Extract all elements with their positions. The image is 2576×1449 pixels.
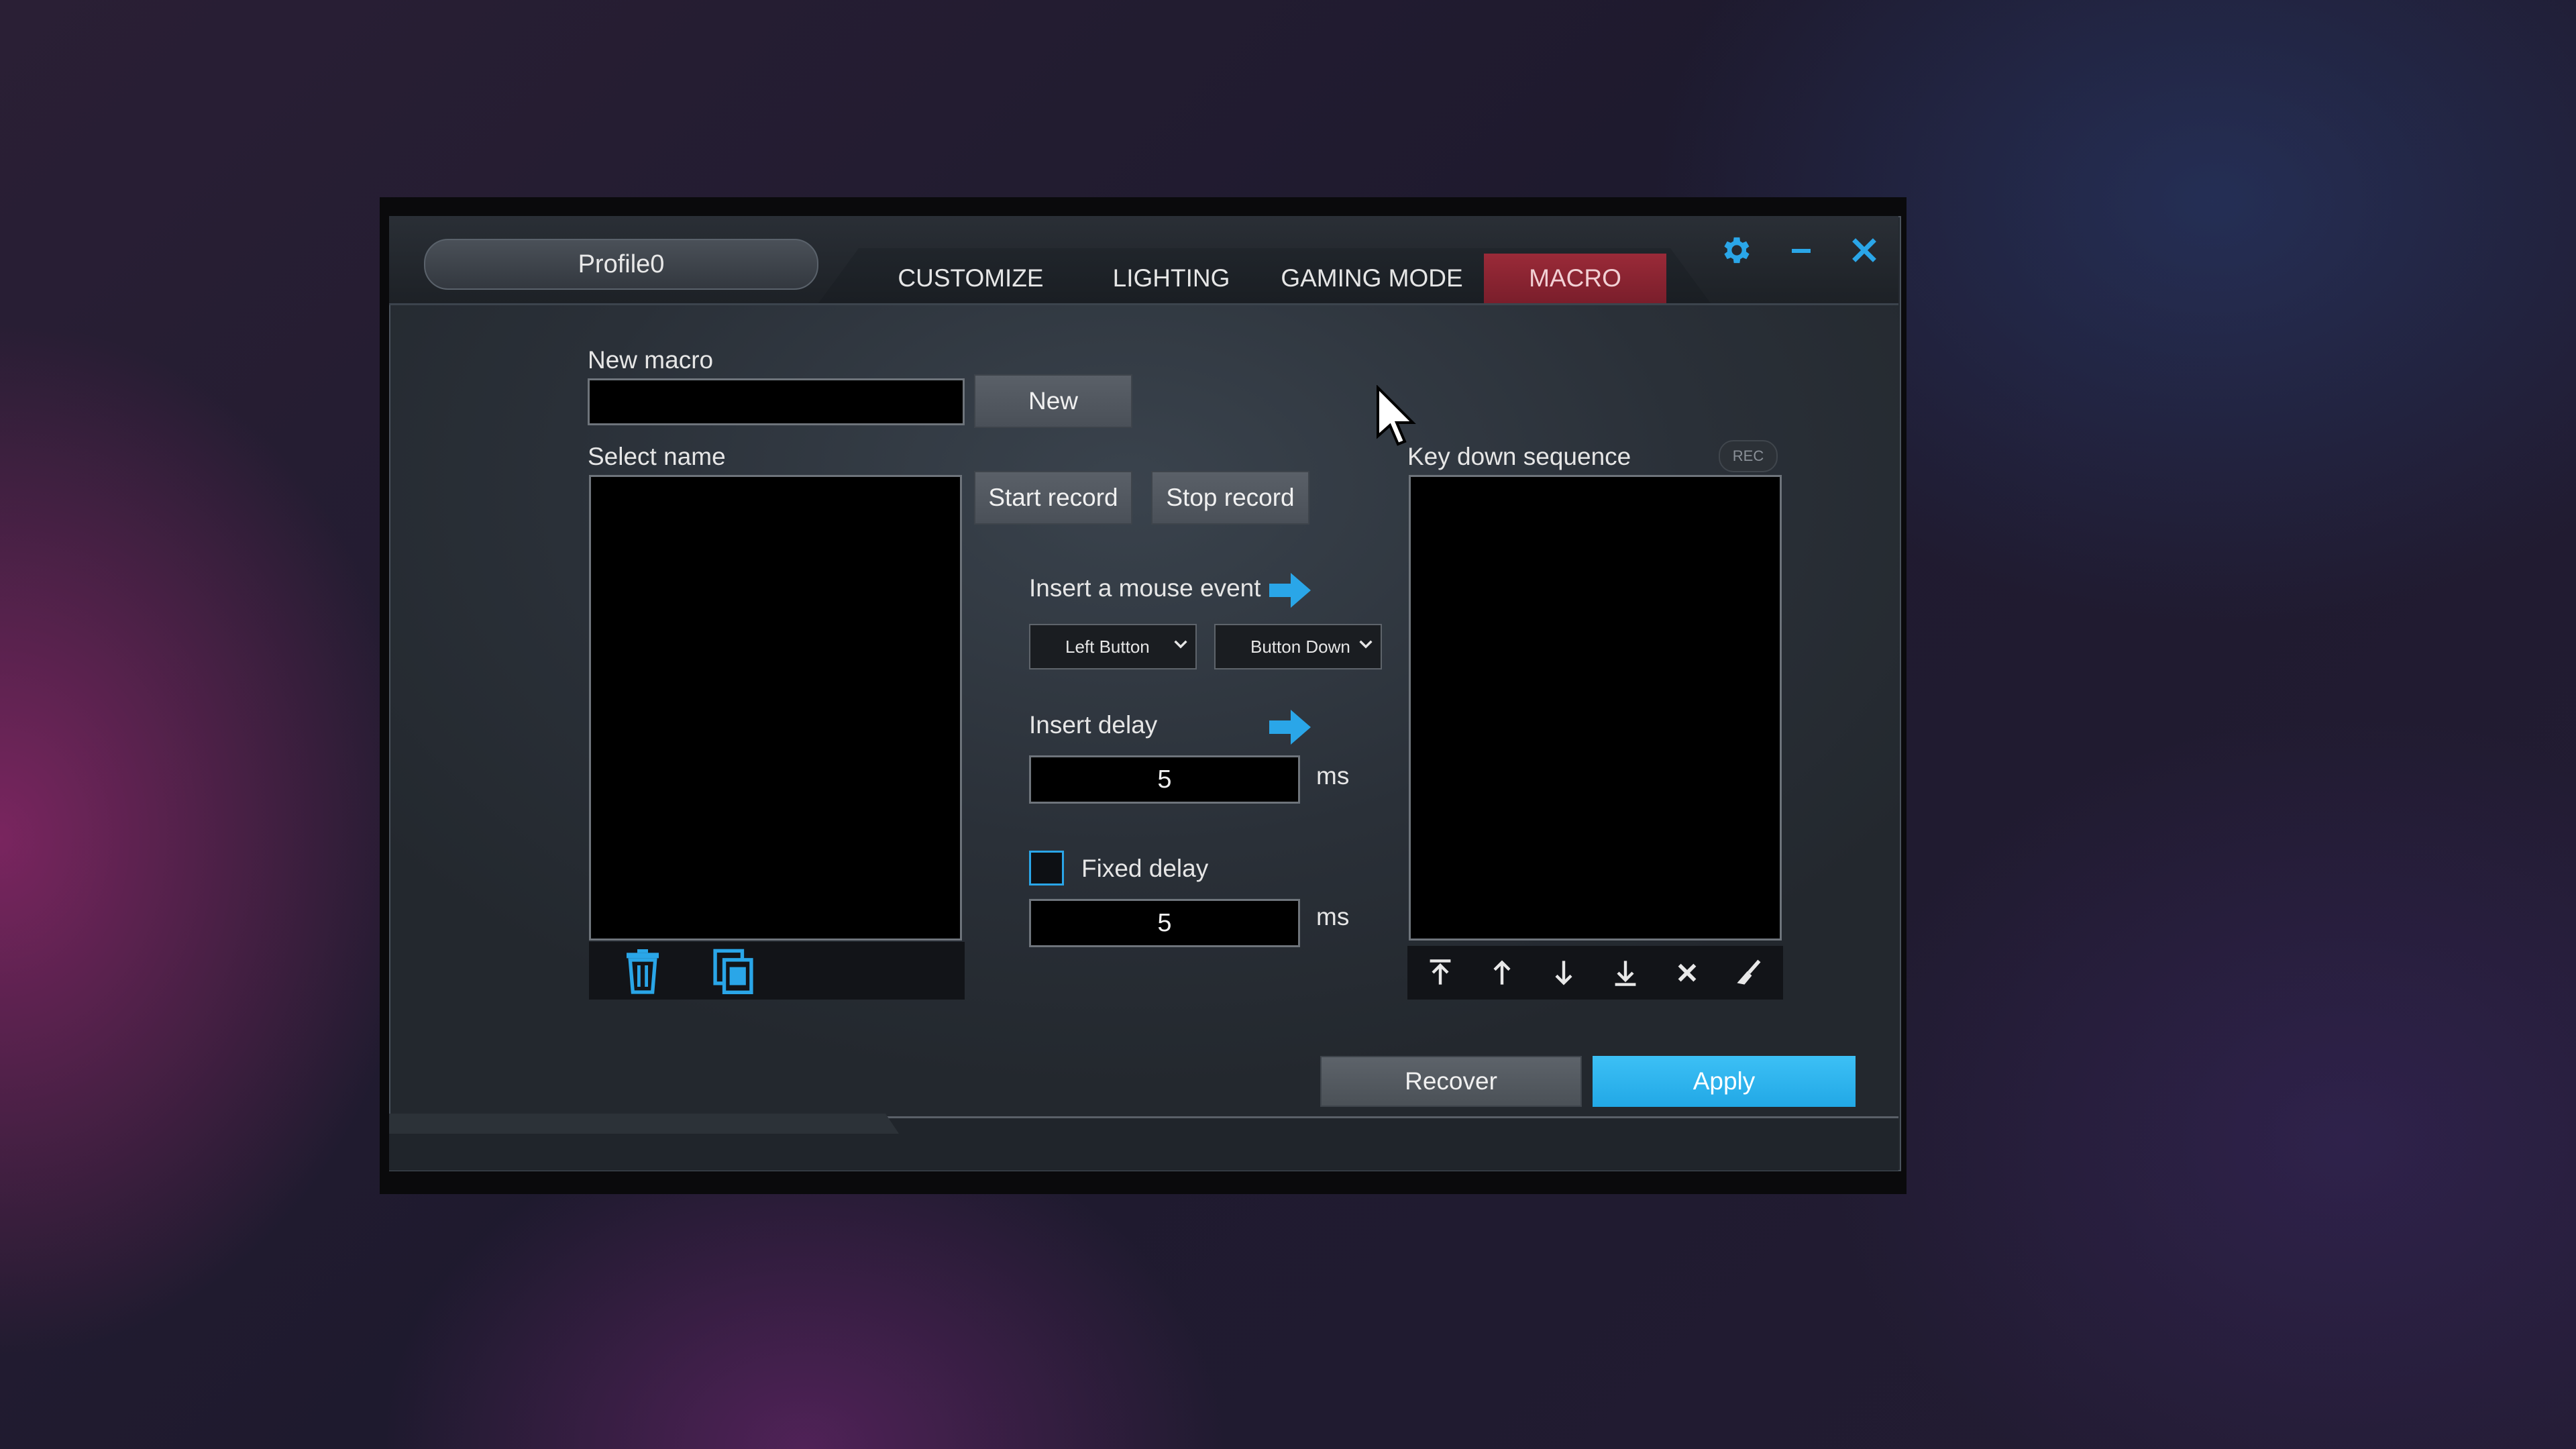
stop-record-button[interactable]: Stop record — [1151, 471, 1309, 525]
macro-name-list[interactable] — [589, 475, 962, 941]
tab-macro[interactable]: MACRO — [1484, 254, 1666, 303]
recover-button[interactable]: Recover — [1320, 1056, 1582, 1107]
fixed-delay-input[interactable]: 5 — [1029, 899, 1300, 947]
move-up-icon[interactable] — [1479, 949, 1525, 996]
fixed-delay-checkbox[interactable] — [1029, 851, 1064, 885]
insert-delay-label: Insert delay — [1029, 711, 1158, 739]
gear-icon[interactable] — [1713, 227, 1760, 274]
mouse-button-select[interactable]: Left Button — [1029, 624, 1197, 669]
fixed-delay-label: Fixed delay — [1081, 855, 1209, 882]
chevron-down-icon — [1359, 640, 1373, 649]
trash-icon[interactable] — [619, 947, 666, 994]
insert-mouse-event-arrow-icon[interactable] — [1268, 572, 1312, 609]
delay-input[interactable]: 5 — [1029, 755, 1300, 804]
apply-button[interactable]: Apply — [1593, 1056, 1856, 1107]
insert-mouse-event-label: Insert a mouse event — [1029, 574, 1261, 602]
select-name-label: Select name — [588, 443, 726, 470]
tab-customize[interactable]: CUSTOMIZE — [887, 254, 1055, 303]
key-down-sequence-label: Key down sequence — [1407, 443, 1631, 470]
profile-selector[interactable]: Profile0 — [424, 239, 818, 290]
fixed-delay-unit: ms — [1316, 903, 1350, 930]
mouse-action-select-value: Button Down — [1250, 636, 1350, 657]
clear-icon[interactable] — [1725, 949, 1772, 996]
mouse-cursor-icon — [1375, 384, 1418, 452]
new-macro-label: New macro — [588, 346, 714, 374]
insert-delay-arrow-icon[interactable] — [1268, 708, 1312, 746]
new-macro-input[interactable] — [588, 378, 965, 425]
start-record-button[interactable]: Start record — [974, 471, 1132, 525]
chevron-down-icon — [1174, 640, 1187, 649]
status-strip-notch — [389, 1114, 899, 1134]
key-sequence-list[interactable] — [1409, 475, 1782, 941]
macro-list-toolbar — [589, 942, 965, 1000]
delete-icon[interactable] — [1664, 949, 1711, 996]
move-top-icon[interactable] — [1417, 949, 1464, 996]
sequence-toolbar — [1407, 946, 1783, 1000]
tab-lighting[interactable]: LIGHTING — [1093, 254, 1249, 303]
mouse-action-select[interactable]: Button Down — [1214, 624, 1382, 669]
rec-badge[interactable]: REC — [1719, 440, 1778, 472]
move-down-icon[interactable] — [1540, 949, 1587, 996]
minimize-icon[interactable] — [1778, 227, 1825, 274]
tab-gaming-mode[interactable]: GAMING MODE — [1275, 254, 1469, 303]
new-button[interactable]: New — [974, 374, 1132, 428]
mouse-button-select-value: Left Button — [1065, 636, 1150, 657]
delay-unit: ms — [1316, 762, 1350, 790]
copy-icon[interactable] — [710, 947, 757, 994]
close-icon[interactable] — [1841, 227, 1888, 274]
move-bottom-icon[interactable] — [1602, 949, 1649, 996]
